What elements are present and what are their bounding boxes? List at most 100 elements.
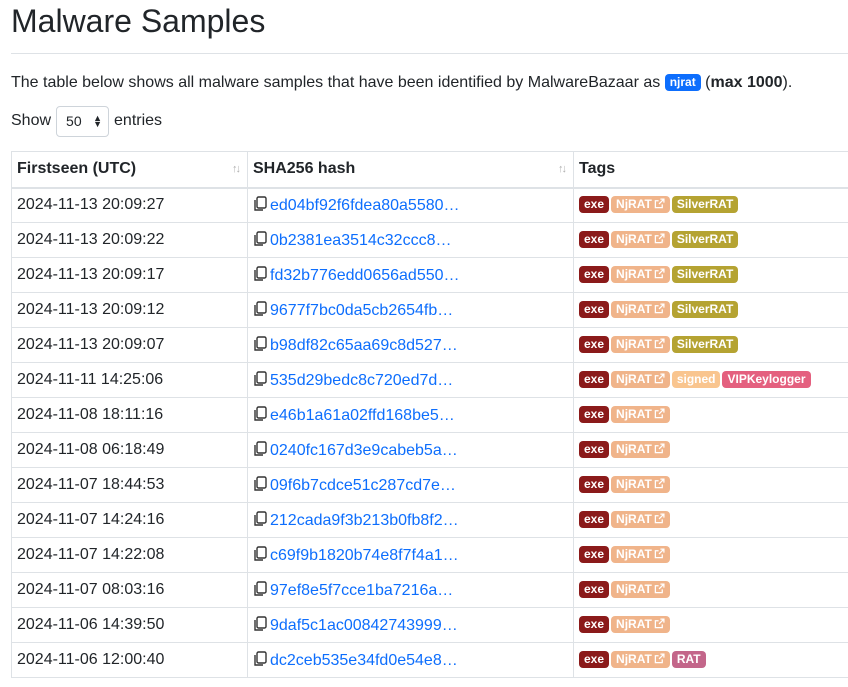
tag-njrat[interactable]: NjRAT [611, 301, 670, 318]
tag-silverrat[interactable]: SilverRAT [671, 301, 739, 318]
tag-njrat[interactable]: NjRAT [611, 476, 670, 493]
table-row: 2024-11-11 14:25:06 535d29bedc8c720ed7d… e… [11, 362, 848, 398]
tag-njrat[interactable]: NjRAT [611, 511, 670, 528]
copy-icon[interactable] [253, 335, 270, 354]
sha256-link[interactable]: 0b2381ea3514c32ccc8… [270, 232, 451, 249]
tag-label: exe [584, 372, 605, 386]
column-header-tags[interactable]: Tags [573, 151, 848, 189]
copy-icon[interactable] [253, 650, 270, 669]
table-row: 2024-11-08 18:11:16 e46b1a61a02ffd168be5…… [11, 397, 848, 433]
tag-label: exe [584, 582, 605, 596]
sha256-cell: b98df82c65aa69c8d527… [247, 327, 574, 363]
tag-label: exe [584, 477, 605, 491]
tag-label: exe [584, 652, 605, 666]
sha256-link[interactable]: 212cada9f3b213b0fb8f2… [270, 512, 459, 529]
copy-icon[interactable] [253, 370, 270, 389]
tag-njrat[interactable]: NjRAT [611, 406, 670, 423]
copy-icon[interactable] [253, 580, 270, 599]
sha256-link[interactable]: b98df82c65aa69c8d527… [270, 337, 458, 354]
firstseen-cell: 2024-11-07 18:44:53 [11, 467, 248, 503]
table-row: 2024-11-13 20:09:07 b98df82c65aa69c8d527…… [11, 327, 848, 363]
copy-icon[interactable] [253, 230, 270, 249]
tag-silverrat[interactable]: SilverRAT [671, 336, 739, 353]
firstseen-cell: 2024-11-07 14:24:16 [11, 502, 248, 538]
tag-njrat[interactable]: NjRAT [611, 371, 670, 388]
column-header-sha256[interactable]: SHA256 hash ↑↓ [247, 151, 574, 189]
sha256-link[interactable]: 97ef8e5f7cce1ba7216a… [270, 582, 453, 599]
tag-silverrat[interactable]: SilverRAT [671, 196, 739, 214]
tag-njrat[interactable]: NjRAT [611, 441, 670, 458]
sha256-cell: 97ef8e5f7cce1ba7216a… [247, 572, 574, 608]
tag-vipkeylogger[interactable]: VIPKeylogger [722, 371, 811, 388]
tag-exe[interactable]: exe [579, 581, 610, 598]
tag-rat[interactable]: RAT [671, 651, 706, 668]
tag-exe[interactable]: exe [579, 616, 610, 633]
intro-max-count: max 1000 [710, 74, 783, 91]
tag-njrat[interactable]: NjRAT [611, 581, 670, 598]
copy-icon[interactable] [253, 545, 270, 564]
sha256-link[interactable]: 9677f7bc0da5cb2654fb… [270, 302, 453, 319]
sha256-link[interactable]: fd32b776edd0656ad550… [270, 267, 460, 284]
tag-njrat[interactable]: NjRAT [611, 266, 670, 283]
copy-icon[interactable] [253, 615, 270, 634]
tag-label: exe [584, 232, 605, 246]
tag-exe[interactable]: exe [579, 441, 610, 458]
tag-label: SilverRAT [676, 232, 734, 246]
tag-njrat[interactable]: NjRAT [611, 336, 670, 353]
tag-exe[interactable]: exe [579, 336, 610, 353]
copy-icon[interactable] [253, 300, 270, 319]
tag-exe[interactable]: exe [579, 476, 610, 493]
sha256-link[interactable]: c69f9b1820b74e8f7f4a1… [270, 547, 459, 564]
copy-icon[interactable] [253, 475, 270, 494]
tag-exe[interactable]: exe [579, 301, 610, 318]
firstseen-cell: 2024-11-13 20:09:22 [11, 222, 248, 258]
tag-exe[interactable]: exe [579, 371, 610, 388]
entries-select[interactable]: 50 ▲ ▼ [56, 105, 110, 137]
tag-exe[interactable]: exe [579, 196, 610, 214]
tag-njrat[interactable]: NjRAT [611, 616, 670, 633]
signature-badge[interactable]: njrat [664, 74, 701, 91]
tag-njrat[interactable]: NjRAT [611, 546, 670, 563]
tag-exe[interactable]: exe [579, 406, 610, 423]
tag-silverrat[interactable]: SilverRAT [671, 231, 739, 248]
sha256-cell: ed04bf92f6fdea80a5580… [247, 187, 574, 223]
copy-icon[interactable] [253, 196, 270, 214]
column-header-label: Tags [579, 160, 616, 178]
table-row: 2024-11-13 20:09:17 fd32b776edd0656ad550…… [11, 257, 848, 293]
intro-text-start: The table below shows all malware sample… [11, 74, 665, 91]
copy-icon[interactable] [253, 265, 270, 284]
copy-icon[interactable] [253, 405, 270, 424]
tag-njrat[interactable]: NjRAT [611, 196, 670, 214]
tag-exe[interactable]: exe [579, 546, 610, 563]
sha256-link[interactable]: 09f6b7cdce51c287cd7e… [270, 477, 456, 494]
samples-table: Firstseen (UTC) ↑↓ SHA256 hash ↑↓ Tags 202… [11, 151, 848, 678]
tag-exe[interactable]: exe [579, 511, 610, 528]
tag-njrat[interactable]: NjRAT [611, 651, 670, 668]
tag-exe[interactable]: exe [579, 266, 610, 283]
tag-silverrat[interactable]: SilverRAT [671, 266, 739, 283]
sha256-cell: 9daf5c1ac00842743999… [247, 607, 574, 643]
tag-label: NjRAT [616, 372, 652, 386]
tag-exe[interactable]: exe [579, 651, 610, 668]
tag-exe[interactable]: exe [579, 231, 610, 248]
tag-label: RAT [676, 652, 701, 666]
tag-label: exe [584, 267, 605, 281]
sha256-link[interactable]: 535d29bedc8c720ed7d… [270, 372, 453, 389]
sha256-cell: 535d29bedc8c720ed7d… [247, 362, 574, 398]
tag-signed[interactable]: signed [671, 371, 721, 388]
intro-text: The table below shows all malware sample… [11, 73, 848, 93]
copy-icon[interactable] [253, 510, 270, 529]
show-label: Show [11, 112, 52, 129]
sha256-link[interactable]: e46b1a61a02ffd168be5… [270, 407, 455, 424]
tags-cell: exe NjRAT [573, 467, 848, 503]
sha256-link[interactable]: 0240fc167d3e9cabeb5a… [270, 442, 458, 459]
copy-icon[interactable] [253, 440, 270, 459]
column-header-firstseen[interactable]: Firstseen (UTC) ↑↓ [11, 151, 248, 189]
table-row: 2024-11-13 20:09:22 0b2381ea3514c32ccc8… e… [11, 222, 848, 258]
table-row: 2024-11-07 08:03:16 97ef8e5f7cce1ba7216a…… [11, 572, 848, 608]
sha256-link[interactable]: dc2ceb535e34fd0e54e8… [270, 652, 458, 669]
sha256-link[interactable]: 9daf5c1ac00842743999… [270, 617, 458, 634]
tag-njrat[interactable]: NjRAT [611, 231, 670, 248]
sha256-link[interactable]: ed04bf92f6fdea80a5580… [270, 197, 460, 214]
sha256-cell: 0b2381ea3514c32ccc8… [247, 222, 574, 258]
